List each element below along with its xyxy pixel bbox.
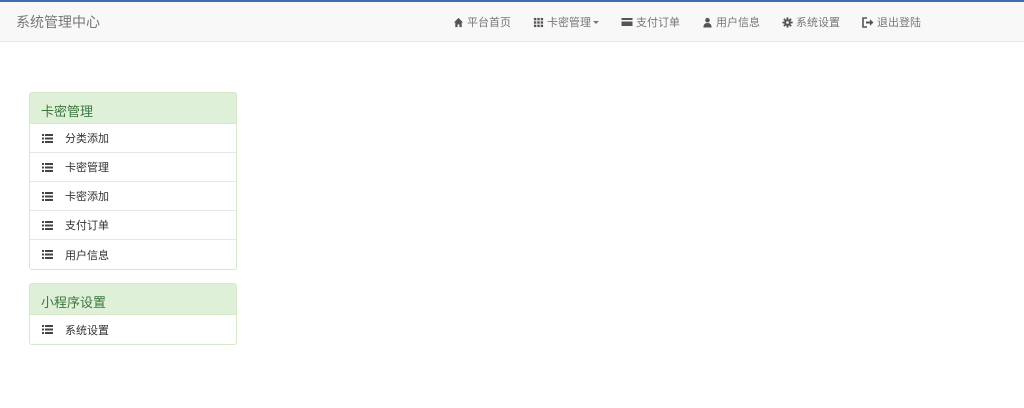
list-item-label: 卡密添加: [65, 190, 109, 203]
card-icon: [621, 18, 633, 26]
nav-item-label: 平台首页: [467, 16, 511, 29]
list-icon: [42, 325, 53, 334]
nav-item-user-info[interactable]: 用户信息: [702, 14, 760, 30]
nav-item-label: 系统设置: [796, 16, 840, 29]
list-item-label: 系统设置: [65, 323, 109, 337]
list-item-payment-orders[interactable]: 支付订单: [30, 211, 236, 240]
logout-icon: [862, 16, 874, 28]
user-icon: [703, 17, 712, 28]
list-icon: [42, 220, 53, 230]
panel-heading: 小程序设置: [30, 284, 236, 315]
navbar: 系统管理中心 平台首页 卡密管理 支付订单 用户信息 系统设置 退出登陆: [0, 2, 1024, 42]
list-item-card-management[interactable]: 卡密管理: [30, 153, 236, 182]
panel-card-management: 卡密管理 分类添加 卡密管理 卡密添加 支付订单 用户信息: [29, 92, 237, 270]
nav-menu: 平台首页 卡密管理 支付订单 用户信息 系统设置 退出登陆: [453, 2, 943, 42]
brand-title[interactable]: 系统管理中心: [16, 12, 100, 32]
nav-item-home[interactable]: 平台首页: [453, 14, 511, 30]
list-item-label: 支付订单: [65, 219, 109, 232]
list-icon: [42, 162, 53, 172]
list-item-label: 卡密管理: [65, 161, 109, 174]
nav-item-label: 退出登陆: [877, 16, 921, 29]
list-icon: [42, 191, 53, 201]
nav-item-logout[interactable]: 退出登陆: [862, 14, 921, 30]
panel-mini-program-settings: 小程序设置 系统设置: [29, 283, 237, 345]
nav-item-system-settings[interactable]: 系统设置: [782, 14, 840, 30]
gear-icon: [782, 16, 793, 28]
grid-icon: [533, 17, 544, 27]
nav-item-card-management[interactable]: 卡密管理: [533, 14, 599, 30]
list-item-user-info[interactable]: 用户信息: [30, 240, 236, 269]
nav-item-label: 卡密管理: [547, 16, 591, 29]
list-icon: [42, 250, 53, 259]
list-item-label: 分类添加: [65, 132, 109, 145]
home-icon: [453, 17, 464, 27]
nav-item-label: 用户信息: [716, 16, 760, 29]
list-item-category-add[interactable]: 分类添加: [30, 124, 236, 153]
panel-heading: 卡密管理: [30, 93, 236, 124]
list-item-system-settings[interactable]: 系统设置: [30, 315, 236, 344]
nav-item-label: 支付订单: [636, 16, 680, 29]
nav-item-payment-orders[interactable]: 支付订单: [621, 14, 680, 30]
chevron-down-icon: [593, 20, 599, 24]
list-icon: [42, 133, 53, 143]
list-item-label: 用户信息: [65, 248, 109, 262]
list-item-card-add[interactable]: 卡密添加: [30, 182, 236, 211]
